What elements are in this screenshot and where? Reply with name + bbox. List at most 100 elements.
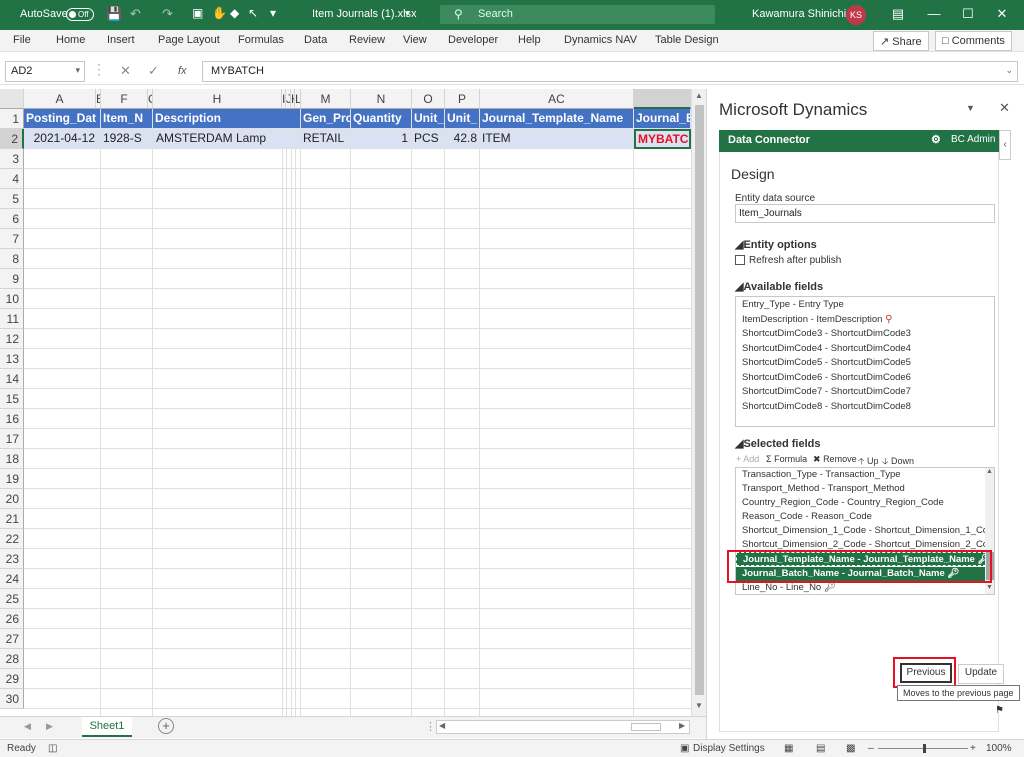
expand-formula-bar-icon[interactable]: ⌄: [1005, 65, 1013, 76]
zoom-slider-thumb[interactable]: [923, 744, 926, 753]
horizontal-scrollbar[interactable]: ◀ ▶: [436, 720, 690, 734]
row-header[interactable]: 20: [0, 489, 24, 509]
cell-journal-batch-name-active[interactable]: MYBATC: [634, 129, 691, 149]
search-box[interactable]: ⚲ Search: [440, 5, 715, 24]
page-break-view-icon[interactable]: ▩: [846, 743, 855, 754]
header-cell-journal-template-name[interactable]: Journal_Template_Name: [480, 109, 634, 129]
scroll-down-icon[interactable]: ▼: [986, 584, 993, 591]
cell-posting-date[interactable]: 2021-04-12: [24, 129, 101, 149]
cell-unit-of-measure[interactable]: PCS: [412, 129, 445, 149]
cell-description[interactable]: AMSTERDAM Lamp: [153, 129, 301, 149]
row-header[interactable]: 21: [0, 509, 24, 529]
add-button[interactable]: + Add: [736, 454, 759, 464]
tab-formulas[interactable]: Formulas: [238, 34, 284, 46]
entity-options-toggle[interactable]: ◢Entity options: [735, 238, 817, 251]
update-button[interactable]: Update: [958, 664, 1004, 684]
header-cell-description[interactable]: Description: [153, 109, 301, 129]
pane-collapse-chevron-icon[interactable]: ‹: [999, 130, 1011, 160]
pane-close-icon[interactable]: ✕: [999, 100, 1010, 116]
ribbon-display-icon[interactable]: ▤: [888, 6, 908, 22]
tab-help[interactable]: Help: [518, 34, 541, 46]
row-header[interactable]: 18: [0, 449, 24, 469]
tab-insert[interactable]: Insert: [107, 34, 135, 46]
pointer-icon[interactable]: ↖: [248, 6, 258, 20]
row-header[interactable]: 30: [0, 689, 24, 709]
cell-unit-amount[interactable]: 42.8: [445, 129, 480, 149]
zoom-level[interactable]: 100%: [986, 743, 1012, 754]
row-header[interactable]: 17: [0, 429, 24, 449]
undo-icon[interactable]: ↶: [130, 6, 141, 22]
list-item[interactable]: Transport_Method - Transport_Method: [742, 482, 905, 496]
camera-icon[interactable]: ▣: [192, 6, 203, 20]
column-header-a[interactable]: A: [24, 89, 96, 109]
cell-item-no[interactable]: 1928-S: [101, 129, 153, 149]
page-layout-view-icon[interactable]: ▤: [816, 743, 825, 754]
zoom-in-icon[interactable]: +: [970, 743, 976, 754]
close-icon[interactable]: ✕: [992, 6, 1012, 22]
maximize-icon[interactable]: ☐: [958, 6, 978, 22]
column-header-n[interactable]: N: [351, 89, 412, 109]
row-header[interactable]: 5: [0, 189, 24, 209]
list-item[interactable]: ShortcutDimCode5 - ShortcutDimCode5: [742, 356, 911, 370]
row-header[interactable]: 19: [0, 469, 24, 489]
row-header[interactable]: 11: [0, 309, 24, 329]
row-header[interactable]: 10: [0, 289, 24, 309]
column-header-o[interactable]: O: [412, 89, 445, 109]
list-item[interactable]: Line_No - Line_No 🔑︎: [742, 581, 836, 594]
row-header[interactable]: 12: [0, 329, 24, 349]
formula-input[interactable]: MYBATCH ⌄: [202, 61, 1018, 82]
list-item[interactable]: ItemDescription - ItemDescription ⚲: [742, 313, 892, 327]
row-header[interactable]: 8: [0, 249, 24, 269]
column-header-ac[interactable]: AC: [480, 89, 634, 109]
row-header[interactable]: 25: [0, 589, 24, 609]
chevron-down-icon[interactable]: ▾: [75, 65, 80, 76]
scroll-up-icon[interactable]: ▲: [695, 91, 703, 100]
flag-icon[interactable]: ⚑: [995, 705, 1004, 716]
row-header[interactable]: 27: [0, 629, 24, 649]
list-item[interactable]: Country_Region_Code - Country_Region_Cod…: [742, 496, 944, 510]
list-item[interactable]: ShortcutDimCode7 - ShortcutDimCode7: [742, 385, 911, 399]
minimize-icon[interactable]: —: [924, 6, 944, 21]
row-header[interactable]: 15: [0, 389, 24, 409]
scrollbar-thumb[interactable]: [695, 105, 704, 695]
tab-file[interactable]: File: [13, 34, 31, 46]
list-item[interactable]: Reason_Code - Reason_Code: [742, 510, 872, 524]
admin-user[interactable]: BC Admin: [951, 134, 995, 145]
row-header[interactable]: 26: [0, 609, 24, 629]
vertical-scrollbar[interactable]: ▲ ▼: [691, 89, 706, 716]
header-cell-unit-amount[interactable]: Unit_: [445, 109, 480, 129]
scroll-left-icon[interactable]: ◀: [439, 721, 445, 730]
sheet-tab-sheet1[interactable]: Sheet1: [82, 717, 132, 737]
row-header[interactable]: 16: [0, 409, 24, 429]
tab-dynamics-nav[interactable]: Dynamics NAV: [564, 34, 637, 46]
row-header[interactable]: 2: [0, 129, 24, 149]
header-cell-posting-date[interactable]: Posting_Dat: [24, 109, 101, 129]
row-header[interactable]: 4: [0, 169, 24, 189]
select-all-corner[interactable]: [0, 89, 24, 109]
list-item[interactable]: ShortcutDimCode3 - ShortcutDimCode3: [742, 327, 911, 341]
row-header[interactable]: 9: [0, 269, 24, 289]
touch-mode-icon[interactable]: ✋: [212, 6, 227, 20]
scroll-up-icon[interactable]: ▲: [986, 468, 993, 475]
avatar[interactable]: KS: [846, 5, 866, 25]
gear-icon[interactable]: ⚙: [931, 133, 941, 146]
formula-button[interactable]: Σ Formula: [766, 454, 807, 464]
cell-journal-template-name[interactable]: ITEM: [480, 129, 634, 149]
file-name[interactable]: Item Journals (1).xlsx: [312, 8, 417, 20]
display-settings-icon[interactable]: ▣: [680, 743, 689, 754]
tab-data[interactable]: Data: [304, 34, 327, 46]
normal-view-icon[interactable]: ▦: [784, 743, 793, 754]
header-cell-unit-of-measure[interactable]: Unit_: [412, 109, 445, 129]
column-header-f[interactable]: F: [101, 89, 148, 109]
display-settings-button[interactable]: Display Settings: [693, 743, 765, 754]
name-box[interactable]: AD2 ▾: [5, 61, 85, 82]
list-item[interactable]: ShortcutDimCode4 - ShortcutDimCode4: [742, 342, 911, 356]
selected-fields-toggle[interactable]: ◢Selected fields: [735, 437, 821, 450]
list-item[interactable]: Entry_Type - Entry Type: [742, 298, 844, 312]
user-name[interactable]: Kawamura Shinichi: [752, 8, 846, 20]
shapes-icon[interactable]: ◆: [230, 6, 239, 20]
row-header[interactable]: 6: [0, 209, 24, 229]
customize-toolbar-icon[interactable]: ▾: [270, 6, 276, 20]
header-cell-gen-prod[interactable]: Gen_Prc: [301, 109, 351, 129]
split-grip-icon[interactable]: ⋮: [425, 720, 436, 733]
